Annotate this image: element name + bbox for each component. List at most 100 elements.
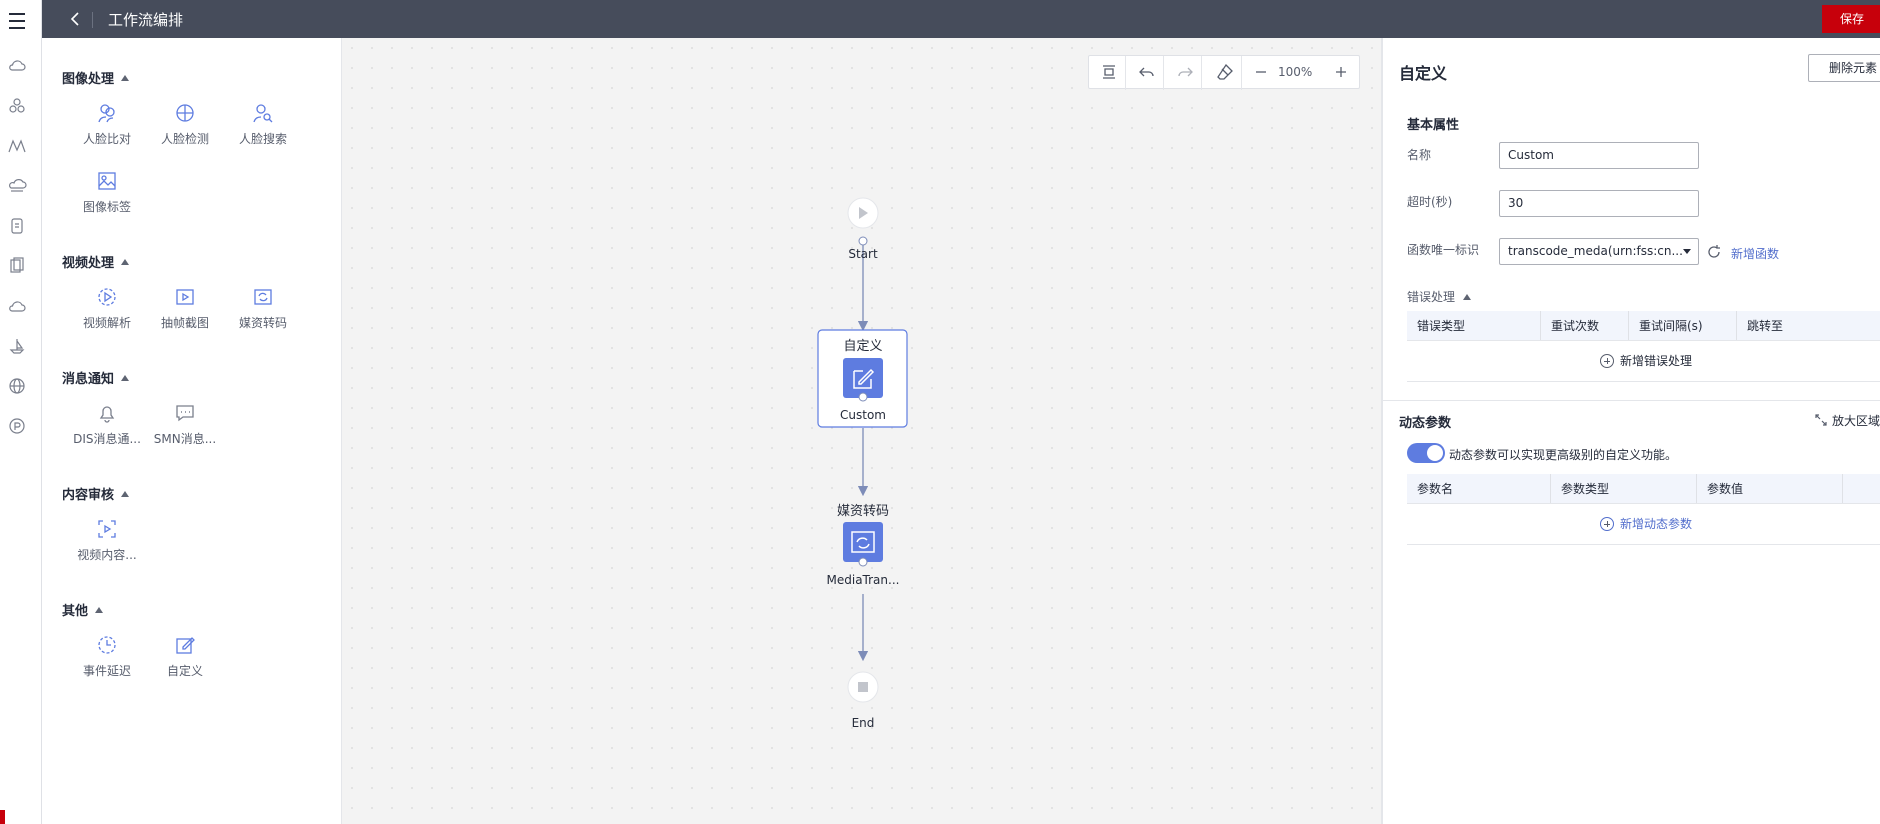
cloud-stack-icon[interactable] [7,176,27,196]
palette-item-label: SMN消息... [153,432,217,446]
group-title-text: 视频处理 [62,256,115,271]
caret-up-icon [121,259,130,265]
face-detect-icon [176,104,194,122]
expand-icon[interactable] [1815,414,1827,426]
palette-item-label: 人脸检测 [160,132,209,146]
dynamic-params-toggle[interactable] [1407,443,1445,463]
col-param-name: 参数名 [1407,474,1551,503]
palette-item-label: 媒资转码 [238,316,287,330]
back-icon[interactable] [66,9,86,29]
globe-icon[interactable] [7,376,27,396]
panel-title: 自定义 [1399,64,1448,83]
palette-item-event-delay[interactable]: 事件延迟 [70,634,144,679]
start-node[interactable] [847,197,879,246]
error-section-title[interactable]: 错误处理 [1407,288,1472,305]
add-param-button[interactable]: 新增动态参数 [1407,504,1880,544]
palette-item-label: 视频解析 [82,316,131,330]
name-label: 名称 [1407,148,1432,162]
palette-item-transcode[interactable]: 媒资转码 [226,286,300,331]
plus-circle-icon [1599,354,1614,368]
add-error-button[interactable]: 新增错误处理 [1407,341,1880,381]
palette-group-title[interactable]: 消息通知 [62,368,130,387]
chevron-down-icon [1683,249,1691,254]
error-table-header: 错误类型 重试次数 重试间隔(s) 跳转至 [1407,311,1880,341]
ship-icon[interactable] [7,336,27,356]
page-title: 工作流编排 [108,11,184,29]
device-icon[interactable] [7,216,27,236]
dynamic-section-title: 动态参数 [1399,416,1452,431]
face-search-icon [253,104,273,123]
caret-up-icon [1463,294,1472,300]
badge-icon[interactable] [7,416,27,436]
cloud-outline-icon[interactable] [7,296,27,316]
palette-item-label: DIS消息通... [73,432,141,446]
name-input[interactable]: Custom [1499,142,1699,169]
palette-item-face-detect[interactable]: 人脸检测 [148,102,222,147]
add-error-label: 新增错误处理 [1619,354,1692,368]
palette-group-title[interactable]: 视频处理 [62,252,130,271]
trend-icon[interactable] [7,136,27,156]
image-tag-icon [98,172,116,190]
plus-circle-icon [1599,517,1614,531]
cluster-icon[interactable] [7,96,27,116]
palette-group-title[interactable]: 内容审核 [62,484,130,503]
start-node-label: Start [848,247,878,261]
expand-area-link[interactable]: 放大区域 [1832,412,1880,429]
palette-group-title[interactable]: 其他 [62,600,104,619]
edit-icon [176,637,195,654]
col-jump-to: 跳转至 [1747,319,1784,333]
col-retry-interval: 重试间隔(s) [1629,311,1737,340]
palette-item-label: 自定义 [166,664,203,678]
global-nav-rail [0,0,42,824]
custom-node-title: 自定义 [843,339,883,354]
palette-item-video-audit[interactable]: 视频内容... [70,518,144,563]
bell-icon [99,406,115,423]
frame-capture-icon [176,289,194,305]
transcode-icon [254,289,272,305]
header-divider [92,12,93,28]
add-param-label: 新增动态参数 [1619,517,1692,531]
palette-item-dis[interactable]: DIS消息通... [70,402,144,447]
error-table: 错误类型 重试次数 重试间隔(s) 跳转至 新增错误处理 [1407,311,1880,382]
face-compare-icon [98,104,115,123]
section-divider [1383,400,1880,401]
save-button[interactable]: 保存 [1822,5,1880,33]
document-icon[interactable] [7,256,27,276]
palette-group-title[interactable]: 图像处理 [62,68,130,87]
menu-icon[interactable] [6,10,28,32]
palette-item-image-tag[interactable]: 图像标签 [70,170,144,215]
palette-item-label: 视频内容... [77,548,137,562]
palette-item-label: 事件延迟 [82,664,131,678]
function-id-label: 函数唯一标识 [1407,243,1480,257]
function-id-select[interactable]: transcode_meda(urn:fss:cn... [1499,238,1699,265]
params-table: 参数名 参数类型 参数值 新增动态参数 [1407,474,1880,545]
end-node[interactable] [847,671,879,703]
palette-item-frame-capture[interactable]: 抽帧截图 [148,286,222,331]
palette-item-custom[interactable]: 自定义 [148,634,222,679]
new-function-link[interactable]: 新增函数 [1731,245,1779,262]
transcode-node[interactable] [843,522,883,567]
error-section-text: 错误处理 [1407,290,1456,304]
palette-item-face-compare[interactable]: 人脸比对 [70,102,144,147]
custom-node-label: Custom [840,408,886,422]
refresh-icon[interactable] [1706,244,1722,260]
dynamic-params-desc: 动态参数可以实现更高级别的自定义功能。 [1449,448,1678,462]
header-bar: 工作流编排 保存 [42,0,1880,38]
caret-up-icon [121,491,130,497]
palette-item-label: 抽帧截图 [160,316,209,330]
cloud-icon[interactable] [7,56,27,76]
caret-up-icon [95,607,104,613]
palette-item-video-parse[interactable]: 视频解析 [70,286,144,331]
col-param-type: 参数类型 [1551,474,1697,503]
timeout-input[interactable]: 30 [1499,190,1699,217]
message-icon [176,405,194,422]
caret-up-icon [121,75,130,81]
palette-item-face-search[interactable]: 人脸搜索 [226,102,300,147]
timeout-label: 超时(秒) [1407,195,1453,209]
delete-element-button[interactable]: 删除元素 [1808,54,1880,82]
col-param-value: 参数值 [1697,474,1843,503]
properties-panel: 自定义 删除元素 基本属性 名称 Custom 超时(秒) 30 函数唯一标识 … [1382,38,1880,824]
palette-item-label: 图像标签 [82,200,131,214]
workflow-canvas[interactable]: 100% Start 自定义 Custom 媒资转码 MediaTran... … [342,38,1382,824]
palette-item-smn[interactable]: SMN消息... [148,402,222,447]
